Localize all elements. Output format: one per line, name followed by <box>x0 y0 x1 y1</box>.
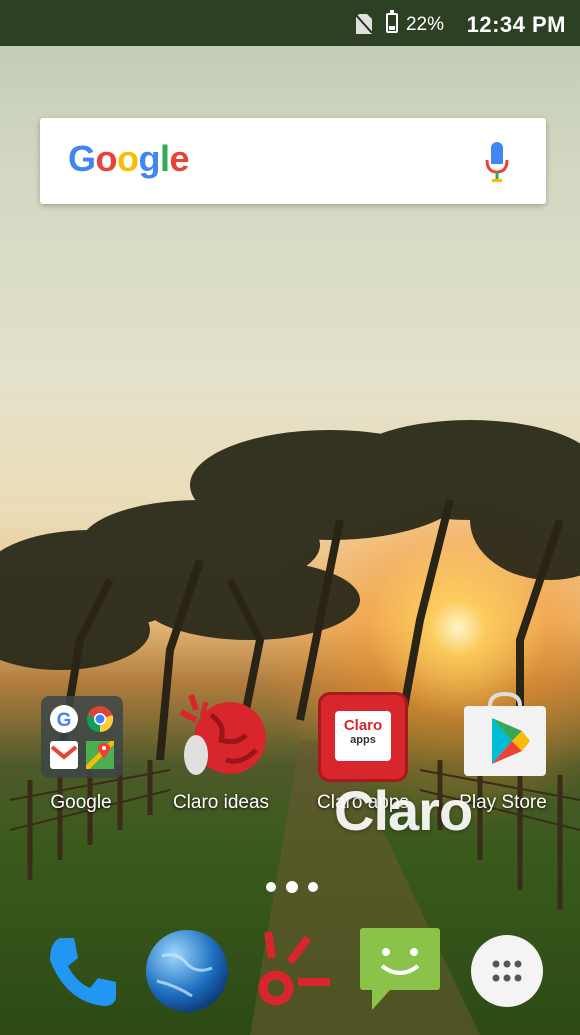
google-logo-letter: o <box>95 138 118 179</box>
claro-apps-icon: Claro apps <box>318 692 408 782</box>
phone-icon <box>50 938 116 1006</box>
dock-claro[interactable] <box>248 926 338 1016</box>
svg-text:G: G <box>57 710 72 731</box>
gmail-icon <box>50 741 78 769</box>
home-apps-row: G Google Claro ideas Claro apps Claro ap… <box>0 690 580 820</box>
google-logo: Google <box>68 138 190 180</box>
dock <box>0 918 580 1035</box>
battery-icon <box>386 10 398 33</box>
maps-icon <box>84 739 116 771</box>
claro-apps-bag-title: Claro <box>343 717 383 734</box>
app-label: Claro ideas <box>172 792 270 813</box>
app-label: Google <box>50 792 112 813</box>
google-logo-letter: G <box>68 138 96 179</box>
app-drawer-icon <box>471 935 543 1007</box>
play-store-icon <box>464 691 546 776</box>
messaging-icon <box>360 928 440 1010</box>
dock-browser[interactable] <box>142 926 232 1016</box>
dock-phone[interactable] <box>38 926 128 1016</box>
google-logo-letter: o <box>117 138 139 179</box>
page-dot <box>308 882 318 892</box>
claro-ideas-icon <box>179 694 266 775</box>
google-folder-icon: G <box>41 696 123 778</box>
page-dot <box>266 882 276 892</box>
claro-apps-bag-subtitle: apps <box>350 734 376 746</box>
status-bar: 22% 12:34 PM <box>0 0 580 46</box>
no-sim-icon <box>356 14 372 34</box>
mic-icon[interactable] <box>484 140 510 186</box>
google-search-bar[interactable]: Google <box>40 118 546 204</box>
claro-logo-icon <box>258 931 330 1006</box>
dock-app-drawer[interactable] <box>462 926 552 1016</box>
claro-wallpaper-watermark: Claro <box>334 779 473 842</box>
google-logo-letter: g <box>138 138 161 179</box>
google-logo-letter: l <box>160 138 170 179</box>
dock-messaging[interactable] <box>356 926 446 1016</box>
google-logo-letter: e <box>169 138 190 179</box>
google-g-icon: G <box>50 705 78 733</box>
browser-globe-icon <box>146 930 228 1012</box>
chrome-icon <box>86 705 114 733</box>
page-indicator <box>266 881 326 896</box>
status-time: 12:34 PM <box>466 12 566 37</box>
battery-percent: 22% <box>405 14 444 35</box>
page-dot-current <box>286 881 298 893</box>
claro-apps-bag: Claro apps <box>335 711 391 761</box>
